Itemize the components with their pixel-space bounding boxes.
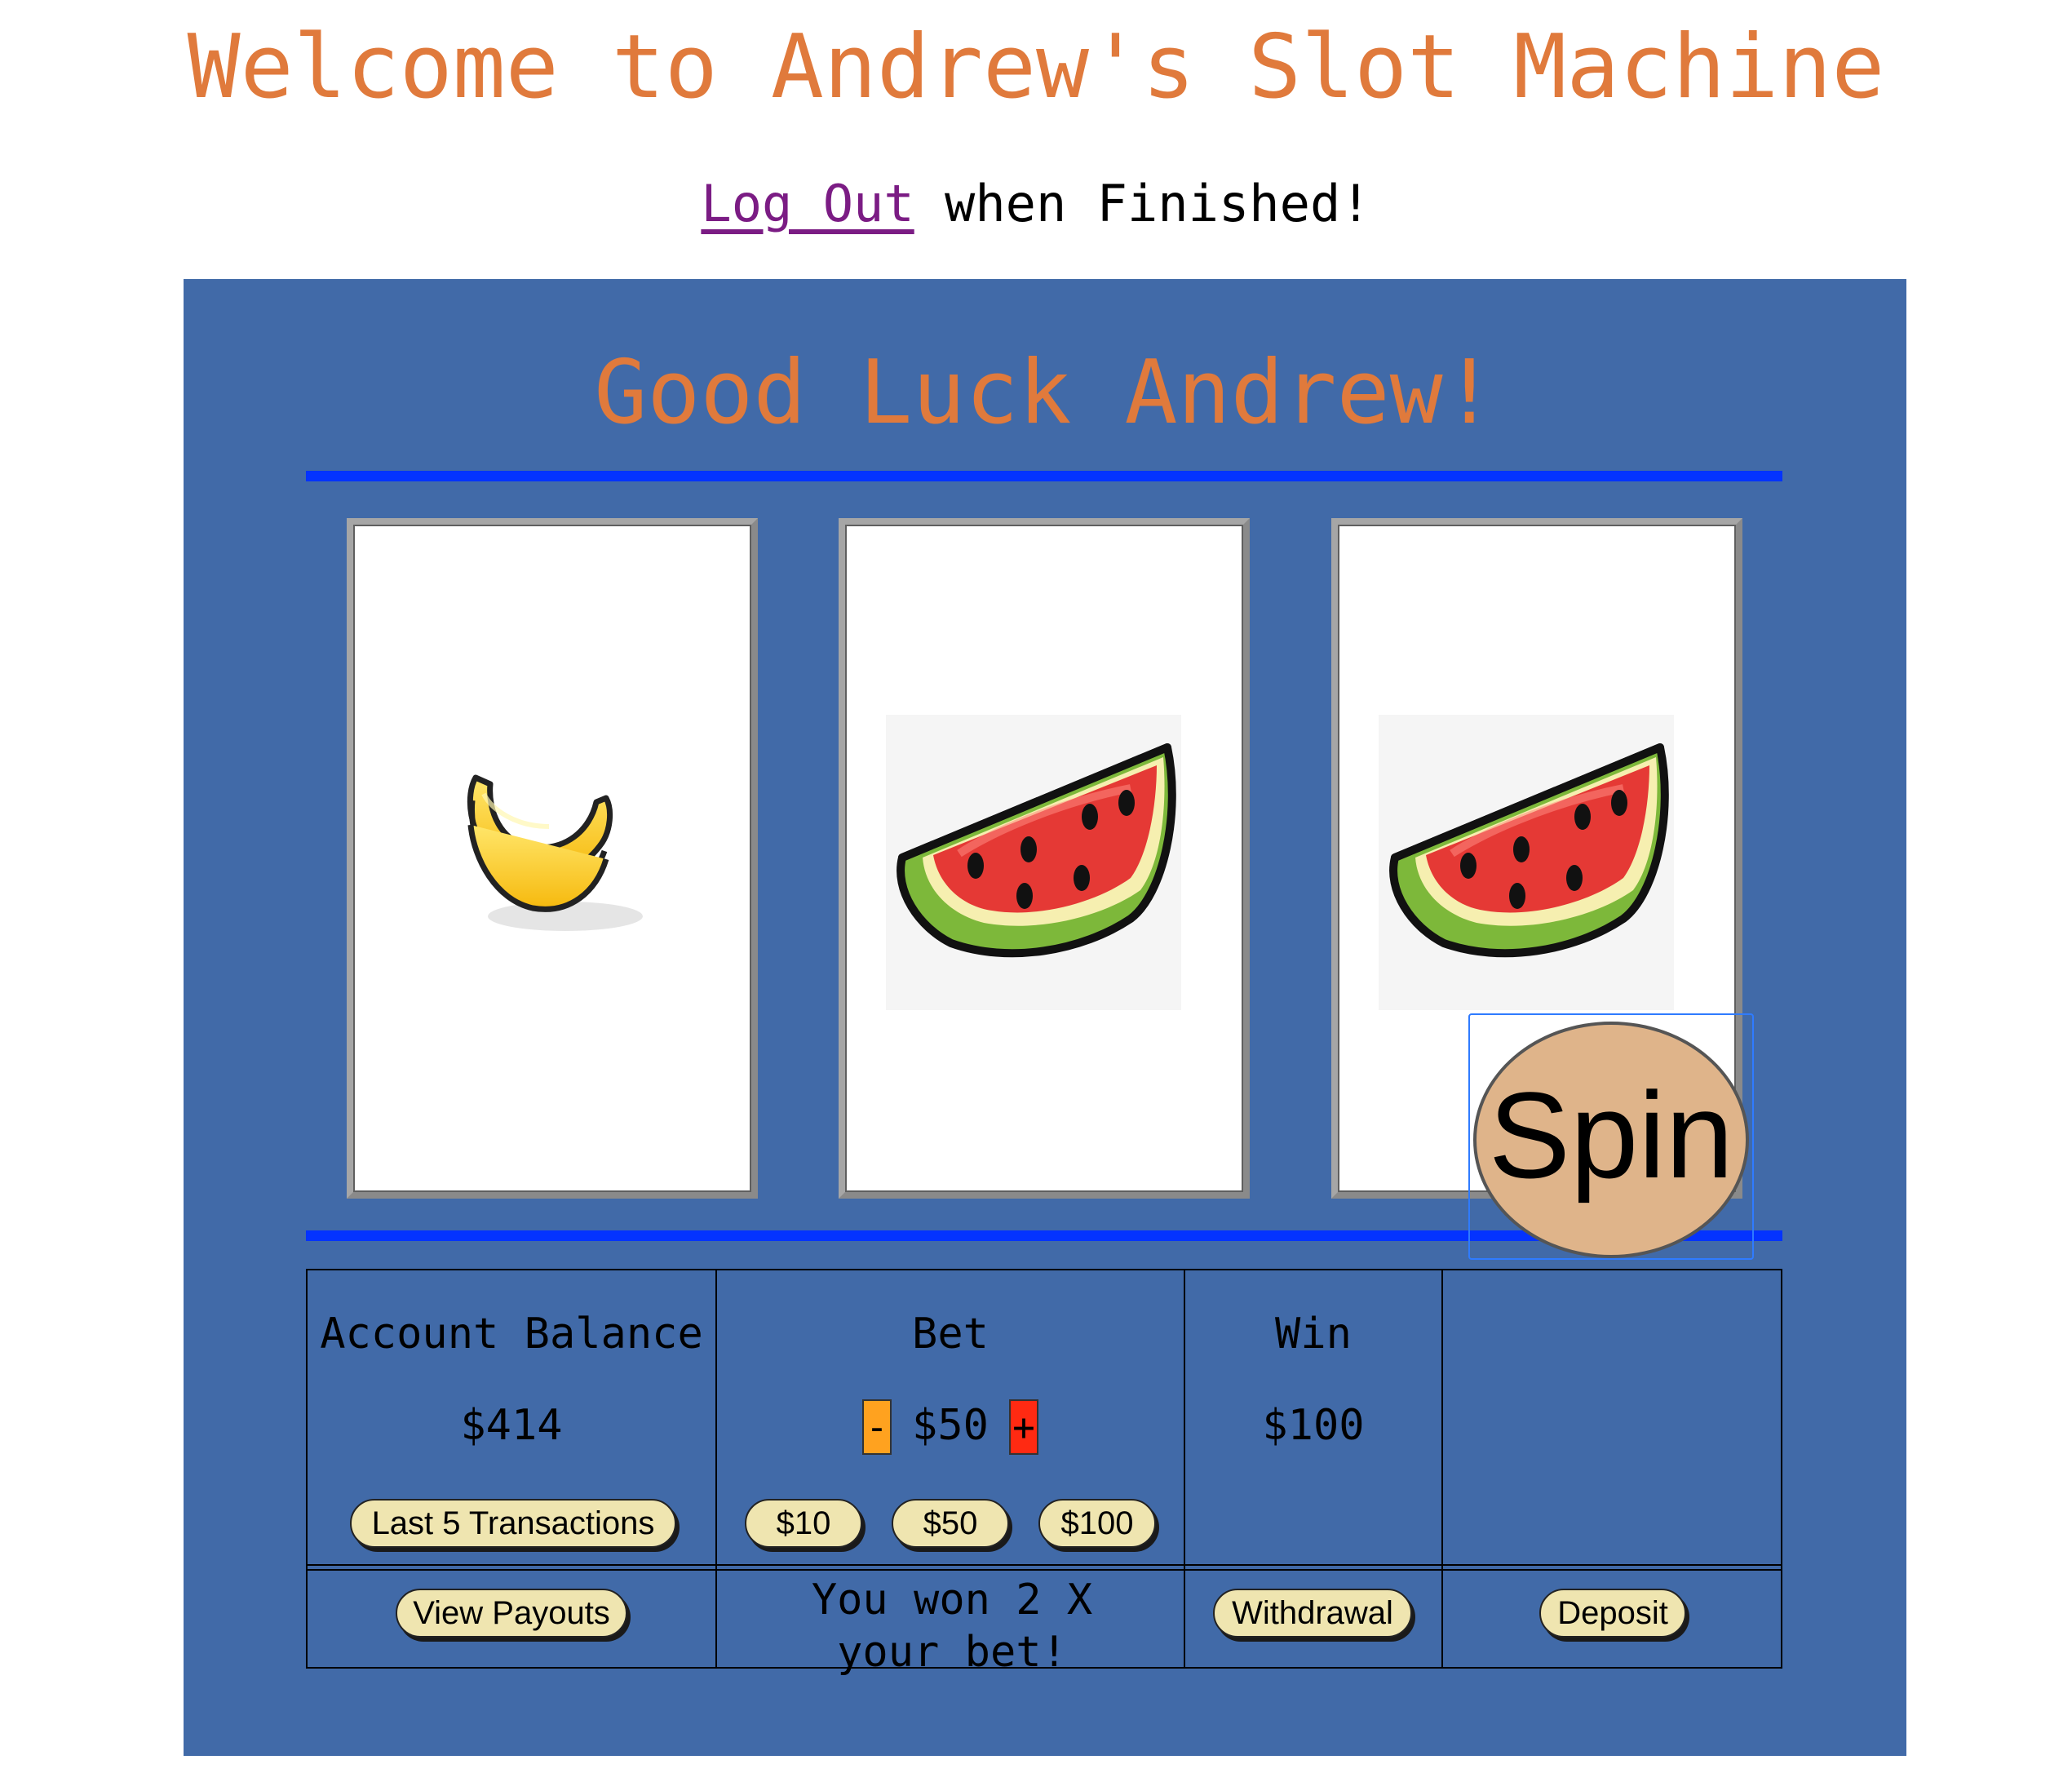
top-divider — [306, 471, 1782, 481]
logout-line: Log Out when Finished! — [0, 171, 2072, 237]
logout-link[interactable]: Log Out — [701, 174, 914, 233]
logout-suffix: when Finished! — [914, 174, 1371, 233]
balance-label: Account Balance — [320, 1310, 703, 1359]
last-transactions-button[interactable]: Last 5 Transactions — [350, 1499, 676, 1548]
watermelon-icon — [1379, 715, 1674, 1010]
reel-2 — [839, 518, 1250, 1199]
bet-cell: Bet - $50 + $10 $50 $100 — [717, 1270, 1184, 1564]
bet-label: Bet — [912, 1310, 989, 1359]
bet-value: $50 — [912, 1401, 989, 1450]
view-payouts-button[interactable]: View Payouts — [396, 1589, 627, 1638]
withdrawal-button[interactable]: Withdrawal — [1213, 1589, 1412, 1638]
deposit-button[interactable]: Deposit — [1539, 1589, 1686, 1638]
bet-preset-10[interactable]: $10 — [745, 1499, 862, 1548]
win-cell: Win $100 — [1185, 1270, 1441, 1564]
spin-button[interactable]: Spin — [1473, 1022, 1749, 1258]
bet-preset-100[interactable]: $100 — [1038, 1499, 1156, 1548]
bet-increase-button[interactable]: + — [1009, 1399, 1038, 1455]
win-value: $100 — [1262, 1401, 1365, 1450]
greeting: Good Luck Andrew! — [594, 342, 1496, 444]
bet-preset-50[interactable]: $50 — [892, 1499, 1009, 1548]
watermelon-icon — [886, 715, 1181, 1010]
control-panel: Account Balance $414 Last 5 Transactions… — [306, 1269, 1782, 1677]
balance-value: $414 — [460, 1401, 563, 1450]
reel-1 — [347, 518, 758, 1199]
page-title: Welcome to Andrew's Slot Machine — [187, 16, 1885, 118]
win-message: You won 2 X your bet! — [811, 1576, 1093, 1677]
banana-icon — [467, 774, 643, 931]
win-label: Win — [1275, 1310, 1352, 1359]
balance-cell: Account Balance $414 Last 5 Transactions — [308, 1270, 715, 1564]
